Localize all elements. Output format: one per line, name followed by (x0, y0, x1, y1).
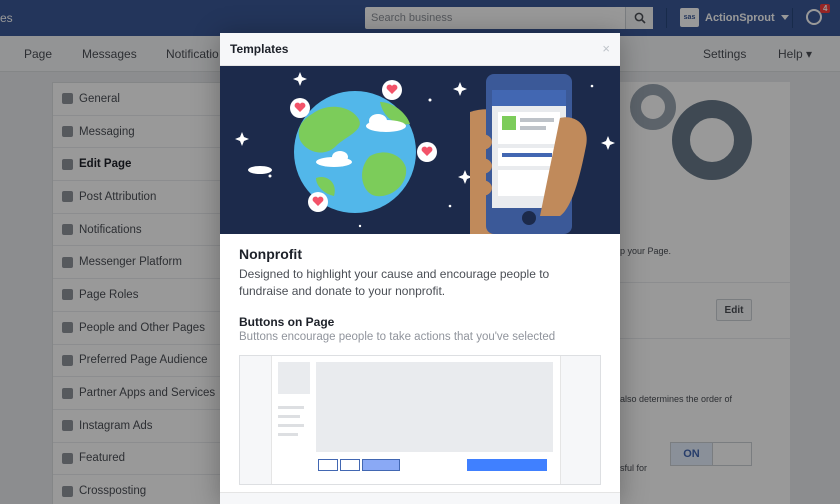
preview-button (362, 459, 400, 471)
template-hero-illustration (220, 66, 620, 234)
section-description: Buttons encourage people to take actions… (239, 331, 556, 343)
preview-right-gutter (560, 356, 600, 484)
preview-line (278, 415, 300, 418)
dialog-footer (220, 492, 620, 504)
preview-line (278, 424, 304, 427)
page-layout-preview (239, 355, 601, 485)
dialog-header: Templates × (220, 33, 620, 66)
preview-cover-photo (316, 362, 553, 452)
dialog-body: Nonprofit Designed to highlight your cau… (220, 234, 620, 343)
close-icon[interactable]: × (602, 41, 610, 56)
preview-cta-button (467, 459, 547, 471)
preview-button (318, 459, 338, 471)
preview-line (278, 406, 304, 409)
templates-dialog: Templates × Nonprofit Designed to highli… (220, 33, 620, 504)
template-name: Nonprofit (239, 246, 302, 262)
earth-and-phone-illustration (220, 66, 620, 234)
section-title: Buttons on Page (239, 315, 335, 329)
preview-line (278, 433, 298, 436)
preview-left-gutter (240, 356, 272, 484)
preview-action-bar (316, 457, 553, 477)
template-description: Designed to highlight your cause and enc… (239, 267, 550, 298)
preview-button (340, 459, 360, 471)
preview-nav-lines (278, 406, 304, 442)
dialog-title: Templates (230, 42, 289, 56)
preview-profile-picture (278, 362, 310, 394)
